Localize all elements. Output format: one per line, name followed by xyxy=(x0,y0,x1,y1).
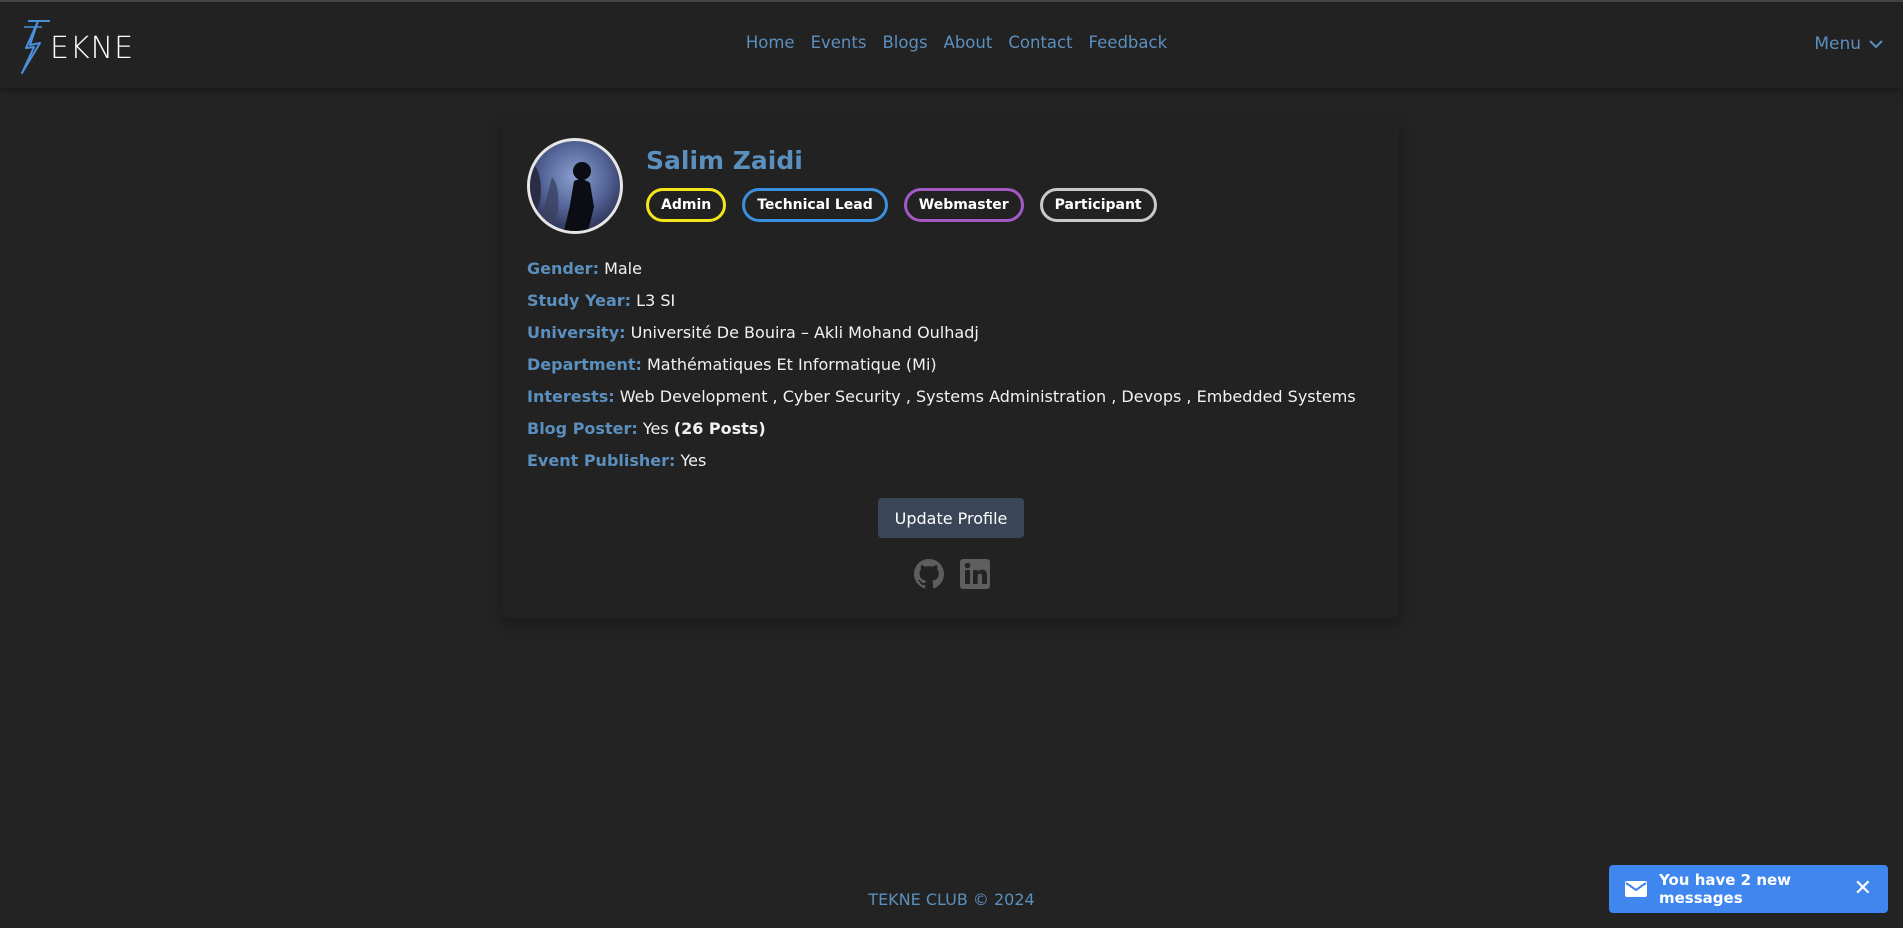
field-interests-label: Interests: xyxy=(527,387,615,406)
field-event-publisher-value: Yes xyxy=(680,451,707,470)
menu-dropdown-button[interactable]: Menu xyxy=(1814,34,1883,54)
profile-name: Salim Zaidi xyxy=(646,146,803,175)
role-badge-participant: Participant xyxy=(1039,188,1157,222)
avatar xyxy=(527,138,623,234)
field-department-label: Department: xyxy=(527,355,642,374)
role-badge-webmaster: Webmaster xyxy=(903,188,1024,222)
footer-copyright: TEKNE CLUB © 2024 xyxy=(868,890,1035,909)
field-gender-label: Gender: xyxy=(527,259,599,278)
github-icon[interactable] xyxy=(913,558,945,590)
field-department-value: Mathématiques Et Informatique (Mi) xyxy=(646,355,937,374)
field-interests: Interests: Web Development , Cyber Secur… xyxy=(527,386,1356,408)
toast-message: You have 2 new messages xyxy=(1659,871,1792,907)
field-study-year-label: Study Year: xyxy=(527,291,632,310)
social-links xyxy=(913,558,991,590)
field-event-publisher: Event Publisher: Yes xyxy=(527,450,1356,472)
linkedin-icon[interactable] xyxy=(959,558,991,590)
menu-label: Menu xyxy=(1814,34,1861,54)
field-blog-poster-label: Blog Poster: xyxy=(527,419,638,438)
field-event-publisher-label: Event Publisher: xyxy=(527,451,676,470)
envelope-icon xyxy=(1625,881,1647,897)
nav-events[interactable]: Events xyxy=(811,33,867,52)
role-badge-technical-lead: Technical Lead xyxy=(742,188,888,222)
field-blog-poster-value: Yes xyxy=(642,419,669,438)
chevron-down-icon xyxy=(1869,40,1883,49)
field-department: Department: Mathématiques Et Informatiqu… xyxy=(527,354,1356,376)
field-study-year-value: L3 SI xyxy=(636,291,676,310)
field-gender-value: Male xyxy=(604,259,642,278)
update-profile-button[interactable]: Update Profile xyxy=(878,498,1024,538)
field-study-year: Study Year: L3 SI xyxy=(527,290,1356,312)
nav-feedback[interactable]: Feedback xyxy=(1089,33,1168,52)
close-icon[interactable]: ✕ xyxy=(1854,878,1872,900)
field-gender: Gender: Male xyxy=(527,258,1356,280)
nav-about[interactable]: About xyxy=(944,33,993,52)
role-badges: Admin Technical Lead Webmaster Participa… xyxy=(646,188,1157,222)
role-badge-admin: Admin xyxy=(646,188,727,222)
nav-contact[interactable]: Contact xyxy=(1008,33,1072,52)
new-messages-toast[interactable]: You have 2 new messages ✕ xyxy=(1609,865,1888,913)
nav-home[interactable]: Home xyxy=(746,33,795,52)
field-interests-value: Web Development , Cyber Security , Syste… xyxy=(619,387,1356,406)
avatar-silhouette-icon xyxy=(530,161,594,231)
nav-blogs[interactable]: Blogs xyxy=(882,33,927,52)
profile-details: Gender: Male Study Year: L3 SI Universit… xyxy=(527,258,1356,482)
profile-card: Salim Zaidi Admin Technical Lead Webmast… xyxy=(503,118,1399,618)
field-university-label: University: xyxy=(527,323,626,342)
field-university: University: Université De Bouira – Akli … xyxy=(527,322,1356,344)
navbar: EKNE Home Events Blogs About Contact Fee… xyxy=(0,2,1903,88)
field-blog-poster-count: (26 Posts) xyxy=(673,419,766,438)
main-nav: Home Events Blogs About Contact Feedback xyxy=(0,33,1903,52)
field-university-value: Université De Bouira – Akli Mohand Oulha… xyxy=(630,323,979,342)
field-blog-poster: Blog Poster: Yes (26 Posts) xyxy=(527,418,1356,440)
